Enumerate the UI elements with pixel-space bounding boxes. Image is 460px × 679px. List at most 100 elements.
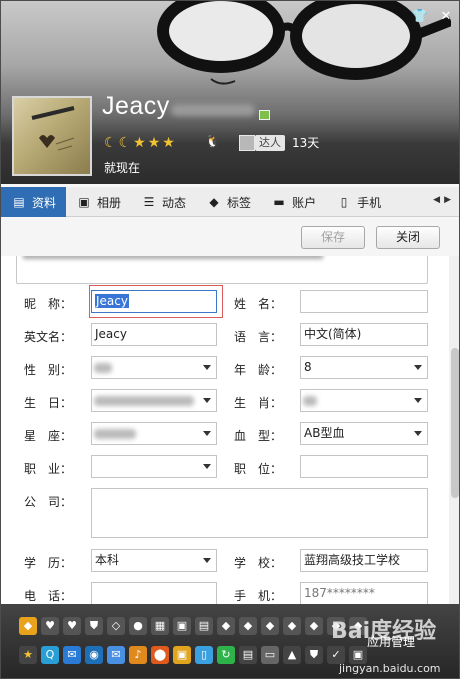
constellation-label: 星 座： [24,429,73,443]
nickname-title: Jeacy [102,92,170,120]
moon-icon: ☾ [104,135,117,151]
vip-badge-icon[interactable] [259,110,270,120]
profile-header: 👕 ✕ Jeacy ☾ ☾ ★ ★ ★ 🐧 达人 13天 就现在 [1,1,459,184]
school-label: 学 校： [234,556,283,570]
watermark-url: jingyan.baidu.com [339,662,441,675]
app-management-link[interactable]: 应用管理 [367,633,415,650]
tag-icon: ◆ [209,195,219,209]
avatar-image [31,106,75,151]
language-input[interactable]: 中文(简体) [300,323,428,346]
window-controls: 👕 ✕ [411,9,455,25]
tab-tags[interactable]: ◆ 标签 [196,187,261,217]
gradcap-app-icon[interactable]: ▲ [283,646,301,664]
refresh-app-icon[interactable]: ↻ [217,646,235,664]
position-input[interactable] [300,455,428,478]
age-select[interactable]: 8 [300,356,428,379]
scrollbar-thumb[interactable] [451,348,459,498]
app-badge-icon[interactable]: ◆ [19,617,37,635]
game-badge-icon[interactable]: ▤ [195,617,213,635]
school-input[interactable]: 蓝翔高级技工学校 [300,549,428,572]
star-app-icon[interactable]: ★ [19,646,37,664]
blood-type-select[interactable]: AB型血 [300,422,428,445]
id-card-icon: ▤ [13,195,25,209]
shield-app-icon[interactable]: ⛊ [305,646,323,664]
english-name-label: 英文名： [24,330,73,344]
birthday-select[interactable] [91,389,217,412]
game-app-icon[interactable]: ⬤ [151,646,169,664]
diamond-badge-icon[interactable]: ◆ [239,617,257,635]
star-icon: ★ [162,135,175,151]
blurred-value [94,363,112,373]
photo-album-icon: ▣ [78,195,90,209]
gender-label: 性 别： [24,363,73,377]
tab-feed[interactable]: ☰ 动态 [131,187,196,217]
wallet-app-icon[interactable]: ▣ [173,646,191,664]
penguin-badge-icon[interactable]: ● [129,617,147,635]
shield-badge-icon[interactable]: ⛊ [85,617,103,635]
form-scrollbar[interactable] [449,256,459,604]
mail-app-icon[interactable]: ✉ [63,646,81,664]
daren-badge[interactable]: 达人 [255,135,285,151]
tab-scroll-arrows[interactable]: ◀▶ [433,195,455,205]
status-text[interactable]: 就现在 [104,159,140,176]
phone-app-icon[interactable]: ▯ [195,646,213,664]
music-app-icon[interactable]: ♪ [129,646,147,664]
blurred-signature-text [23,256,323,259]
app-label-icon[interactable]: ▭ [261,646,279,664]
diamond-badge-icon[interactable]: ◆ [283,617,301,635]
diamond-badge-icon[interactable]: ◆ [217,617,235,635]
heart-badge-icon[interactable]: ♥ [63,617,81,635]
photo-app-icon[interactable]: ◉ [85,646,103,664]
company-input[interactable] [91,488,428,538]
box-app-icon[interactable]: ▤ [239,646,257,664]
tab-album[interactable]: ▣ 相册 [66,187,131,217]
company-label: 公 司： [24,495,73,509]
badge-icon-row: ◆ ♥ ♥ ⛊ ◇ ● ▦ ▣ ▤ ◆ ◆ ◆ ◆ ◆ ◆ ◆ [19,617,367,635]
puzzle-badge-icon[interactable]: ▦ [151,617,169,635]
close-window-icon[interactable]: ✕ [437,9,455,25]
heart-badge-icon[interactable]: ♥ [41,617,59,635]
avatar[interactable] [12,96,92,176]
feed-list-icon: ☰ [143,195,155,209]
photo-badge-icon[interactable]: ▣ [173,617,191,635]
mobile-label: 手 机： [234,589,283,603]
education-label: 学 历： [24,556,73,570]
mobile-input[interactable]: 187******** [300,582,428,604]
level-icons[interactable]: ☾ ☾ ★ ★ ★ [104,135,175,151]
job-label: 职 业： [24,462,73,476]
blurred-value [94,429,136,439]
tab-mobile[interactable]: ▯ 手机 [326,187,391,217]
diamond-badge-icon[interactable]: ◇ [107,617,125,635]
tab-account[interactable]: ▬ 账户 [261,187,326,217]
cover-glasses-image [157,1,451,85]
education-select[interactable]: 本科 [91,549,217,572]
zodiac-label: 生 肖： [234,396,283,410]
daren-person-icon [239,135,255,151]
constellation-select[interactable] [91,422,217,445]
phone-input[interactable] [91,582,217,604]
save-button[interactable]: 保存 [301,226,365,249]
gender-select[interactable] [91,356,217,379]
skin-shirt-icon[interactable]: 👕 [411,9,429,25]
tab-profile[interactable]: ▤ 资料 [1,187,67,217]
nickname-input[interactable]: Jeacy [91,290,217,313]
action-bar: 保存 关闭 [1,218,459,256]
diamond-badge-icon[interactable]: ◆ [305,617,323,635]
name-input[interactable] [300,290,428,313]
qq-app-icon[interactable]: Q [41,646,59,664]
email-app-icon[interactable]: ✉ [107,646,125,664]
job-select[interactable] [91,455,217,478]
zodiac-select[interactable] [300,389,428,412]
blurred-value [303,396,317,406]
blood-type-label: 血 型： [234,429,283,443]
english-name-input[interactable]: Jeacy [91,323,217,346]
language-label: 语 言： [234,330,283,344]
penguin-icon[interactable]: 🐧 [205,134,220,148]
close-button[interactable]: 关闭 [376,226,440,249]
star-icon: ★ [147,135,161,151]
signature-field[interactable] [16,256,428,284]
mobile-phone-icon: ▯ [340,195,348,209]
diamond-badge-icon[interactable]: ◆ [261,617,279,635]
phone-label: 电 话： [24,589,73,603]
blurred-qq-number [171,104,255,116]
